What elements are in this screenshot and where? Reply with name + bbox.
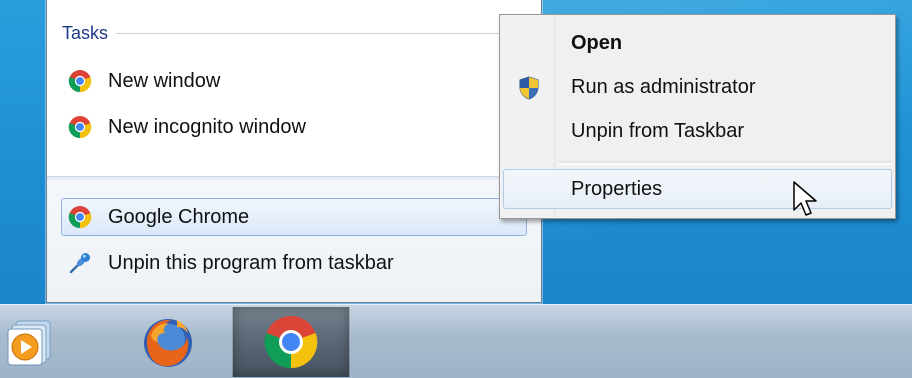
jump-list-divider — [47, 176, 541, 180]
firefox-icon — [144, 319, 192, 367]
unpin-label: Unpin this program from taskbar — [108, 251, 394, 274]
chrome-icon — [68, 206, 92, 229]
tasks-title: Tasks — [62, 22, 109, 43]
context-menu: Open Run as administrator Unpin from Tas… — [499, 14, 896, 219]
mouse-cursor-icon — [793, 181, 817, 216]
menu-item-open[interactable]: Open — [503, 23, 892, 63]
task-new-incognito-window[interactable]: New incognito window — [61, 108, 527, 146]
menu-item-unpin-from-taskbar[interactable]: Unpin from Taskbar — [503, 111, 892, 151]
task-label: New window — [108, 69, 221, 92]
uac-shield-icon — [519, 76, 539, 100]
menu-item-properties[interactable]: Properties — [503, 169, 892, 209]
menu-item-label: Open — [571, 31, 623, 54]
task-new-window[interactable]: New window — [61, 62, 527, 100]
menu-item-label: Run as administrator — [571, 75, 756, 98]
tasks-divider — [116, 32, 532, 34]
pinned-program-label: Google Chrome — [108, 205, 250, 228]
pin-icon — [69, 253, 90, 274]
pinned-program-google-chrome[interactable]: Google Chrome — [61, 198, 527, 236]
chrome-icon — [68, 116, 92, 139]
chrome-icon — [68, 70, 92, 93]
menu-item-run-as-administrator[interactable]: Run as administrator — [503, 67, 892, 107]
menu-item-label: Properties — [571, 177, 663, 200]
taskbar-button-media-player[interactable] — [6, 319, 56, 367]
taskbar-button-firefox[interactable] — [110, 307, 226, 377]
task-label: New incognito window — [108, 115, 306, 138]
menu-separator — [558, 161, 891, 165]
taskbar-button-google-chrome[interactable] — [232, 307, 350, 377]
media-player-icon — [7, 320, 51, 366]
tasks-section-header: Tasks — [62, 22, 532, 44]
chrome-jump-list: Tasks New window New incognito window Go… — [46, 0, 542, 303]
taskbar — [0, 304, 912, 378]
chrome-icon — [264, 316, 318, 369]
unpin-program-item[interactable]: Unpin this program from taskbar — [61, 244, 527, 282]
menu-item-label: Unpin from Taskbar — [571, 119, 745, 142]
